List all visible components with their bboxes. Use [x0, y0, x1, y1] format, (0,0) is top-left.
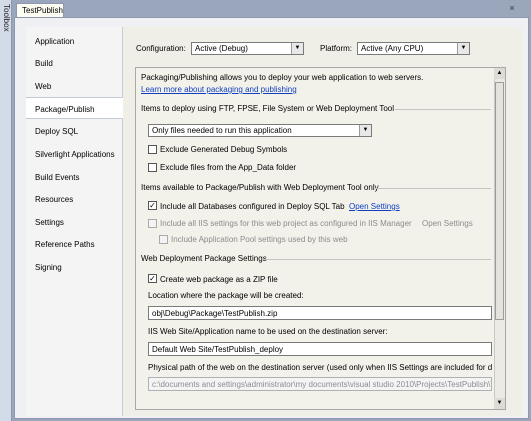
- section-title-items-to-deploy: Items to deploy using FTP, FPSE, File Sy…: [141, 104, 394, 113]
- nav-item-label: Build Events: [35, 173, 80, 182]
- platform-value: Active (Any CPU): [361, 44, 424, 53]
- configuration-value: Active (Debug): [195, 44, 248, 53]
- configuration-label: Configuration:: [136, 44, 186, 53]
- toolbox-label: Toolbox: [2, 4, 11, 32]
- platform-dropdown[interactable]: Active (Any CPU) ▼: [357, 42, 470, 55]
- include-app-pool-label: Include Application Pool settings used b…: [171, 235, 348, 244]
- section-divider: [375, 188, 491, 189]
- chevron-down-icon: ▼: [291, 43, 303, 54]
- package-location-label: Location where the package will be creat…: [148, 291, 304, 300]
- document-tab[interactable]: TestPublish: [16, 3, 64, 17]
- close-icon[interactable]: ×: [506, 3, 518, 15]
- iis-site-name-label: IIS Web Site/Application name to be used…: [148, 327, 388, 336]
- package-location-input[interactable]: obj\Debug\Package\TestPublish.zip: [148, 306, 492, 320]
- scroll-up-icon[interactable]: ▲: [494, 68, 505, 79]
- scroll-down-icon[interactable]: ▼: [494, 398, 505, 409]
- nav-item-label: Application: [35, 37, 75, 46]
- exclude-app-data-label: Exclude files from the App_Data folder: [160, 163, 297, 172]
- exclude-debug-checkbox[interactable]: [148, 145, 157, 154]
- intro-text: Packaging/Publishing allows you to deplo…: [141, 73, 424, 82]
- open-settings-disabled-link: Open Settings: [422, 219, 473, 228]
- items-to-deploy-value: Only files needed to run this applicatio…: [152, 126, 292, 135]
- nav-item-web[interactable]: Web: [26, 75, 123, 97]
- nav-item-label: Silverlight Applications: [35, 150, 115, 159]
- chevron-down-icon: ▼: [359, 125, 371, 136]
- document-tab-label: TestPublish: [22, 6, 63, 15]
- learn-more-link[interactable]: Learn more about packaging and publishin…: [141, 85, 297, 94]
- iis-site-name-value: Default Web Site/TestPublish_deploy: [152, 345, 284, 354]
- items-to-deploy-dropdown[interactable]: Only files needed to run this applicatio…: [148, 124, 372, 137]
- chevron-down-icon: ▼: [457, 43, 469, 54]
- nav-item-build[interactable]: Build: [26, 52, 123, 74]
- section-divider: [395, 109, 491, 110]
- include-databases-label: Include all Databases configured in Depl…: [160, 202, 345, 211]
- section-title-web-deploy-items: Items available to Package/Publish with …: [141, 183, 379, 192]
- exclude-debug-label: Exclude Generated Debug Symbols: [160, 145, 288, 154]
- include-iis-settings-label: Include all IIS settings for this web pr…: [160, 219, 412, 228]
- open-settings-link[interactable]: Open Settings: [349, 202, 400, 211]
- physical-path-label: Physical path of the web on the destinat…: [148, 363, 492, 372]
- section-divider: [262, 259, 491, 260]
- nav-item-label: Settings: [35, 218, 64, 227]
- nav-item-resources[interactable]: Resources: [26, 188, 123, 210]
- package-location-value: obj\Debug\Package\TestPublish.zip: [152, 309, 278, 318]
- nav-item-label: Signing: [35, 263, 62, 272]
- scrollbar-thumb[interactable]: [495, 82, 504, 320]
- nav-item-application[interactable]: Application: [26, 30, 123, 52]
- toolbox-strip[interactable]: Toolbox: [0, 0, 12, 421]
- physical-path-value: c:\documents and settings\administrator\…: [152, 380, 492, 389]
- physical-path-input[interactable]: c:\documents and settings\administrator\…: [148, 377, 492, 391]
- create-zip-checkbox[interactable]: ✓: [148, 274, 157, 283]
- nav-item-deploy-sql[interactable]: Deploy SQL: [26, 120, 123, 142]
- nav-item-signing[interactable]: Signing: [26, 256, 123, 278]
- nav-item-settings[interactable]: Settings: [26, 211, 123, 233]
- nav-item-package-publish[interactable]: Package/Publish: [26, 97, 124, 119]
- iis-site-name-input[interactable]: Default Web Site/TestPublish_deploy: [148, 342, 492, 356]
- nav-item-silverlight-applications[interactable]: Silverlight Applications: [26, 143, 123, 165]
- exclude-app-data-checkbox[interactable]: [148, 163, 157, 172]
- nav-item-label: Web: [35, 82, 52, 91]
- section-title-package-settings: Web Deployment Package Settings: [141, 254, 267, 263]
- configuration-dropdown[interactable]: Active (Debug) ▼: [191, 42, 304, 55]
- nav-item-label: Build: [35, 59, 53, 68]
- nav-item-label: Package/Publish: [35, 105, 95, 114]
- include-databases-checkbox[interactable]: ✓: [148, 201, 157, 210]
- nav-item-label: Resources: [35, 195, 74, 204]
- include-app-pool-checkbox[interactable]: [159, 235, 168, 244]
- nav-item-build-events[interactable]: Build Events: [26, 166, 123, 188]
- include-iis-settings-checkbox[interactable]: [148, 219, 157, 228]
- nav-item-label: Reference Paths: [35, 240, 95, 249]
- nav-item-reference-paths[interactable]: Reference Paths: [26, 233, 123, 255]
- create-zip-label: Create web package as a ZIP file: [160, 275, 278, 284]
- platform-label: Platform:: [320, 44, 353, 53]
- nav-item-label: Deploy SQL: [35, 127, 79, 136]
